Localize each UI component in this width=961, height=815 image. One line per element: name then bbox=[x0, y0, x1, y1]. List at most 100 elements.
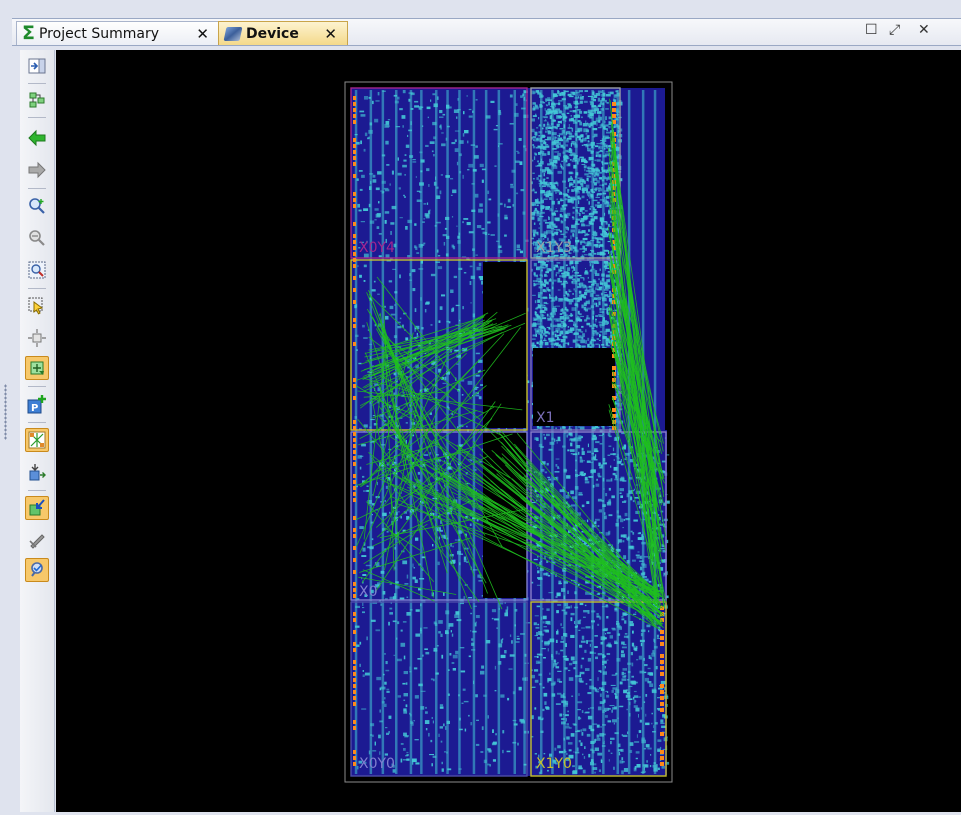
place-icon[interactable] bbox=[25, 460, 49, 484]
io-bank bbox=[660, 654, 664, 658]
io-bank bbox=[353, 528, 356, 532]
maximize-icon[interactable]: ☐ bbox=[865, 22, 878, 38]
io-bank bbox=[353, 642, 356, 646]
zoom-in-icon[interactable] bbox=[25, 194, 49, 218]
clock-region-label: X0Y0 bbox=[359, 756, 395, 772]
io-bank bbox=[353, 138, 356, 142]
expand-panel-icon[interactable] bbox=[25, 54, 49, 78]
io-bank bbox=[353, 480, 356, 484]
device-view[interactable]: X0Y4 X1Y3 X1 X0 X0Y0 X1Y0 bbox=[56, 50, 961, 812]
forward-arrow-icon[interactable] bbox=[25, 158, 49, 182]
io-bank bbox=[353, 558, 356, 562]
clock-region-label: X1 bbox=[536, 410, 555, 426]
io-bank bbox=[353, 678, 356, 682]
io-bank bbox=[353, 204, 356, 208]
clock-region-label: X0Y4 bbox=[359, 240, 395, 256]
io-bank bbox=[353, 756, 356, 760]
io-bank bbox=[353, 762, 356, 766]
io-bank bbox=[353, 150, 356, 154]
io-bank bbox=[353, 324, 356, 328]
io-bank bbox=[353, 120, 356, 124]
io-bank bbox=[353, 396, 356, 400]
io-bank bbox=[353, 630, 356, 634]
tab-bar: Σ Project Summary ✕ Device ✕ ☐ ⤢ ✕ bbox=[12, 18, 961, 46]
empty-block bbox=[483, 262, 527, 428]
io-bank bbox=[353, 474, 356, 478]
io-bank bbox=[353, 492, 356, 496]
io-bank bbox=[353, 720, 356, 724]
close-tab-icon[interactable]: ✕ bbox=[196, 25, 209, 43]
tab-label: Project Summary bbox=[38, 25, 159, 42]
io-bank bbox=[353, 444, 356, 448]
pin-icon[interactable] bbox=[25, 558, 49, 582]
auto-fit-icon[interactable] bbox=[25, 88, 49, 112]
close-window-icon[interactable]: ✕ bbox=[918, 22, 930, 38]
io-bank bbox=[353, 192, 356, 196]
io-bank bbox=[660, 690, 664, 694]
io-bank bbox=[353, 156, 356, 160]
io-bank bbox=[353, 378, 356, 382]
io-bank bbox=[353, 246, 356, 250]
io-bank bbox=[353, 666, 356, 670]
io-bank bbox=[353, 570, 356, 574]
io-bank bbox=[353, 684, 356, 688]
io-bank bbox=[660, 696, 664, 700]
resize-grip[interactable] bbox=[4, 384, 7, 440]
io-bank bbox=[660, 702, 664, 706]
clock-region-label: X0 bbox=[359, 584, 378, 600]
io-bank bbox=[353, 648, 356, 652]
io-bank bbox=[353, 300, 356, 304]
io-bank bbox=[353, 264, 356, 268]
clock-region-label: X1Y0 bbox=[536, 756, 572, 772]
select-area-icon[interactable] bbox=[25, 294, 49, 318]
close-tab-icon[interactable]: ✕ bbox=[324, 25, 337, 43]
io-bank bbox=[353, 144, 356, 148]
float-icon[interactable]: ⤢ bbox=[889, 22, 900, 38]
io-bank bbox=[660, 672, 664, 676]
svg-text:P: P bbox=[31, 403, 38, 414]
io-bank bbox=[353, 588, 356, 592]
io-bank bbox=[353, 162, 356, 166]
io-bank bbox=[660, 732, 664, 736]
io-bank bbox=[353, 384, 356, 388]
tab-project-summary[interactable]: Σ Project Summary ✕ bbox=[16, 21, 220, 45]
io-bank bbox=[353, 420, 356, 424]
io-bank bbox=[660, 642, 664, 646]
io-bank bbox=[353, 198, 356, 202]
io-bank bbox=[353, 96, 356, 100]
io-bank bbox=[612, 108, 616, 112]
unplace-icon[interactable] bbox=[25, 528, 49, 552]
io-bank bbox=[660, 756, 664, 760]
io-bank bbox=[353, 672, 356, 676]
device-canvas[interactable]: X0Y4 X1Y3 X1 X0 X0Y0 X1Y0 bbox=[56, 50, 961, 812]
device-window: Σ Project Summary ✕ Device ✕ ☐ ⤢ ✕ P X0Y… bbox=[0, 0, 961, 815]
tab-device[interactable]: Device ✕ bbox=[218, 21, 348, 45]
io-bank bbox=[353, 342, 356, 346]
clock-region-label: X1Y3 bbox=[536, 240, 572, 256]
zoom-out-icon[interactable] bbox=[25, 226, 49, 250]
show-nets-icon[interactable] bbox=[25, 428, 49, 452]
move-icon[interactable] bbox=[25, 326, 49, 350]
io-bank bbox=[660, 708, 664, 712]
io-bank bbox=[353, 462, 356, 466]
io-bank bbox=[612, 408, 616, 412]
io-bank bbox=[353, 450, 356, 454]
tab-label: Device bbox=[246, 25, 299, 42]
zoom-fit-icon[interactable] bbox=[25, 258, 49, 282]
io-bank bbox=[353, 240, 356, 244]
io-bank bbox=[353, 516, 356, 520]
io-bank bbox=[353, 534, 356, 538]
highlight-icon[interactable] bbox=[25, 496, 49, 520]
io-bank bbox=[353, 288, 356, 292]
back-arrow-icon[interactable] bbox=[25, 126, 49, 150]
route-icon[interactable] bbox=[25, 356, 49, 380]
io-bank bbox=[353, 702, 356, 706]
io-bank bbox=[353, 426, 356, 430]
add-pblock-icon[interactable]: P bbox=[25, 392, 49, 416]
io-bank bbox=[353, 612, 356, 616]
io-bank bbox=[353, 498, 356, 502]
io-bank bbox=[353, 660, 356, 664]
io-bank bbox=[353, 690, 356, 694]
io-bank bbox=[353, 234, 356, 238]
io-bank bbox=[353, 318, 356, 322]
